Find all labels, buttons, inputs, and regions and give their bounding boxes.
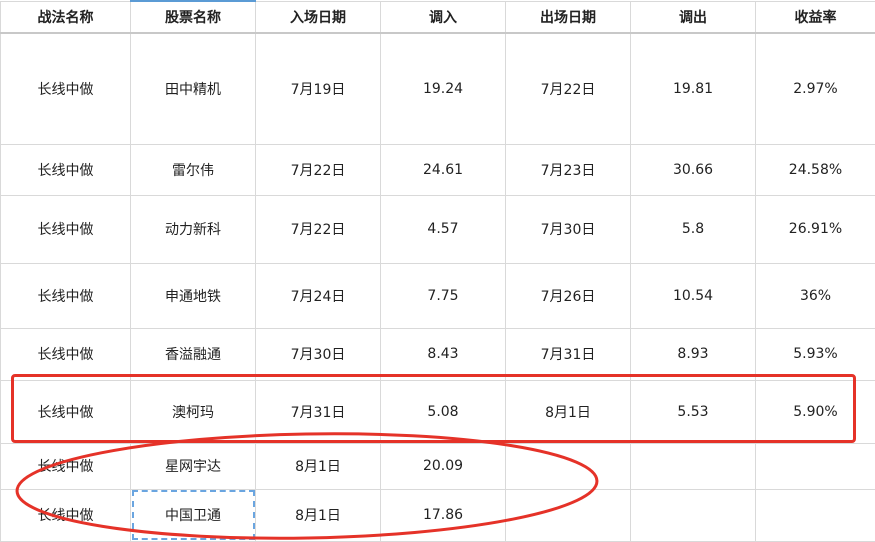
cell-strategy[interactable]: 长线中做 [1,195,131,263]
cell-sell[interactable]: 30.66 [631,144,756,195]
table-row: 长线中做 香溢融通 7月30日 8.43 7月31日 8.93 5.93% [1,328,875,380]
cell-exit-date[interactable] [506,443,631,489]
cell-entry-date[interactable]: 7月22日 [256,195,381,263]
cell-sell[interactable] [631,443,756,489]
cell-buy[interactable]: 24.61 [381,144,506,195]
cell-entry-date[interactable]: 7月31日 [256,380,381,443]
cell-stock[interactable]: 香溢融通 [131,328,256,380]
cell-sell[interactable]: 10.54 [631,263,756,328]
cell-buy[interactable]: 20.09 [381,443,506,489]
cell-stock[interactable]: 澳柯玛 [131,380,256,443]
cell-buy[interactable]: 5.08 [381,380,506,443]
header-sell[interactable]: 调出 [631,1,756,33]
table-row: 长线中做 雷尔伟 7月22日 24.61 7月23日 30.66 24.58% [1,144,875,195]
cell-yield[interactable]: 2.97% [756,33,875,144]
cell-yield[interactable]: 24.58% [756,144,875,195]
cell-buy[interactable]: 19.24 [381,33,506,144]
cell-buy[interactable]: 17.86 [381,489,506,541]
cell-entry-date[interactable]: 8月1日 [256,489,381,541]
cell-sell[interactable]: 8.93 [631,328,756,380]
table-row: 长线中做 中国卫通 8月1日 17.86 [1,489,875,541]
cell-exit-date[interactable]: 8月1日 [506,380,631,443]
header-stock[interactable]: 股票名称 [131,1,256,33]
header-exit-date[interactable]: 出场日期 [506,1,631,33]
cell-buy[interactable]: 7.75 [381,263,506,328]
header-row: 战法名称 股票名称 入场日期 调入 出场日期 调出 收益率 [1,1,875,33]
cell-sell[interactable]: 19.81 [631,33,756,144]
cell-strategy[interactable]: 长线中做 [1,33,131,144]
cell-strategy[interactable]: 长线中做 [1,144,131,195]
header-yield[interactable]: 收益率 [756,1,875,33]
cell-stock[interactable]: 田中精机 [131,33,256,144]
cell-strategy[interactable]: 长线中做 [1,328,131,380]
cell-sell[interactable]: 5.53 [631,380,756,443]
spreadsheet: 战法名称 股票名称 入场日期 调入 出场日期 调出 收益率 长线中做 田中精机 … [0,0,875,541]
cell-yield[interactable] [756,489,875,541]
cell-yield[interactable]: 26.91% [756,195,875,263]
cell-exit-date[interactable]: 7月31日 [506,328,631,380]
table-row-highlighted: 长线中做 澳柯玛 7月31日 5.08 8月1日 5.53 5.90% [1,380,875,443]
table-row: 长线中做 动力新科 7月22日 4.57 7月30日 5.8 26.91% [1,195,875,263]
header-strategy[interactable]: 战法名称 [1,1,131,33]
cell-stock[interactable]: 申通地铁 [131,263,256,328]
cell-strategy[interactable]: 长线中做 [1,489,131,541]
cell-exit-date[interactable]: 7月22日 [506,33,631,144]
cell-entry-date[interactable]: 7月30日 [256,328,381,380]
cell-exit-date[interactable]: 7月30日 [506,195,631,263]
cell-exit-date[interactable]: 7月26日 [506,263,631,328]
cell-stock-selected[interactable]: 中国卫通 [131,489,256,541]
cell-strategy[interactable]: 长线中做 [1,443,131,489]
header-buy[interactable]: 调入 [381,1,506,33]
cell-exit-date[interactable] [506,489,631,541]
cell-yield[interactable] [756,443,875,489]
table-row: 长线中做 田中精机 7月19日 19.24 7月22日 19.81 2.97% [1,33,875,144]
cell-buy[interactable]: 4.57 [381,195,506,263]
trade-table: 战法名称 股票名称 入场日期 调入 出场日期 调出 收益率 长线中做 田中精机 … [0,0,875,542]
cell-entry-date[interactable]: 7月19日 [256,33,381,144]
cell-buy[interactable]: 8.43 [381,328,506,380]
cell-entry-date[interactable]: 8月1日 [256,443,381,489]
table-row: 长线中做 星网宇达 8月1日 20.09 [1,443,875,489]
cell-stock[interactable]: 动力新科 [131,195,256,263]
cell-entry-date[interactable]: 7月24日 [256,263,381,328]
cell-stock[interactable]: 星网宇达 [131,443,256,489]
cell-sell[interactable] [631,489,756,541]
cell-exit-date[interactable]: 7月23日 [506,144,631,195]
cell-stock[interactable]: 雷尔伟 [131,144,256,195]
cell-yield[interactable]: 5.90% [756,380,875,443]
cell-yield[interactable]: 36% [756,263,875,328]
table-row: 长线中做 申通地铁 7月24日 7.75 7月26日 10.54 36% [1,263,875,328]
header-entry-date[interactable]: 入场日期 [256,1,381,33]
cell-sell[interactable]: 5.8 [631,195,756,263]
cell-entry-date[interactable]: 7月22日 [256,144,381,195]
cell-strategy[interactable]: 长线中做 [1,380,131,443]
cell-yield[interactable]: 5.93% [756,328,875,380]
cell-strategy[interactable]: 长线中做 [1,263,131,328]
